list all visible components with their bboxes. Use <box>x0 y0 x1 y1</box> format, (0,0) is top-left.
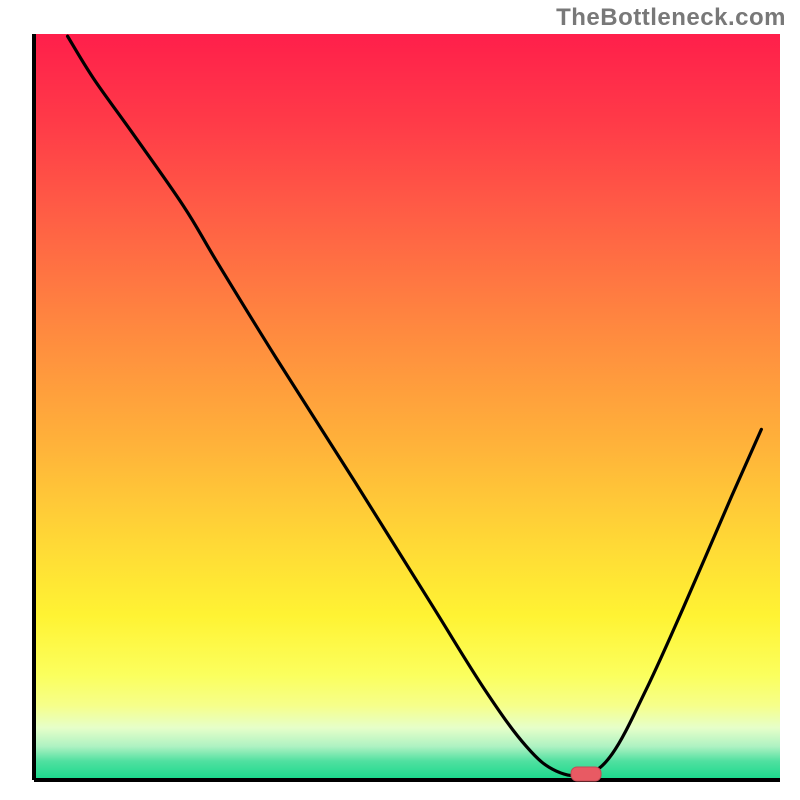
chart-container: TheBottleneck.com <box>0 0 800 800</box>
bottleneck-chart <box>0 0 800 800</box>
plot-background <box>34 34 780 780</box>
optimal-marker <box>571 767 601 781</box>
